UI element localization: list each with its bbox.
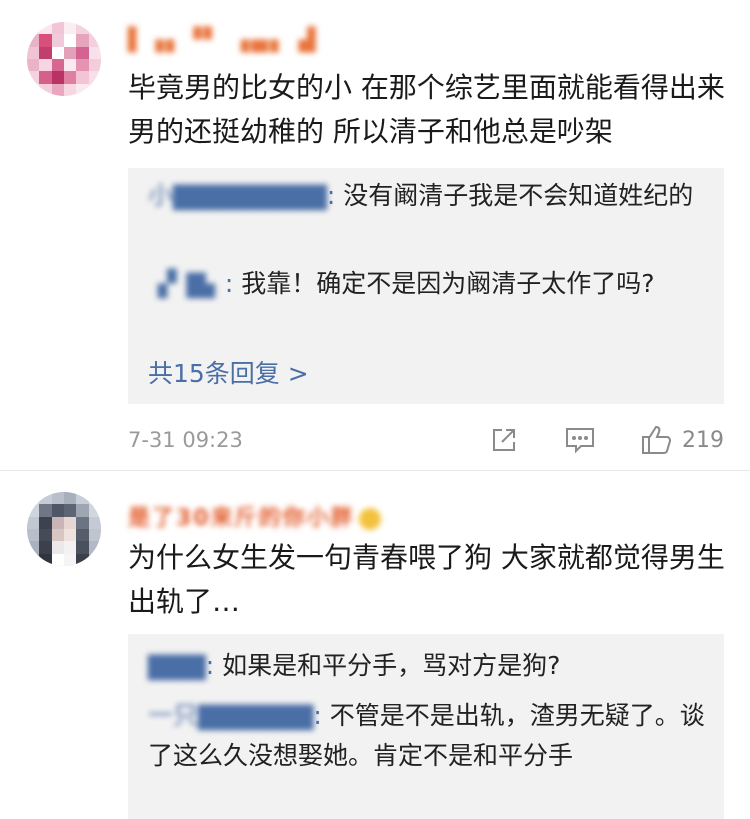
- reply-author[interactable]: 小▇▇▇▇▇▇▇▇: [148, 181, 327, 210]
- comment-text: 为什么女生发一句青春喂了狗 大家就都觉得男生出轨了…: [128, 541, 725, 618]
- reply-author[interactable]: ▇▇▇: [148, 651, 206, 680]
- reply-text: 我靠！确定不是因为阚清子太作了吗?: [241, 269, 655, 298]
- like-button[interactable]: 219: [640, 422, 724, 458]
- reply: 小▇▇▇▇▇▇▇▇: 没有阚清子我是不会知道姓纪的: [148, 176, 708, 216]
- reply-box[interactable]: ▇▇▇: 如果是和平分手，骂对方是狗? 一只▇▇▇▇▇▇: 不管是不是出轨，渣男…: [128, 634, 724, 819]
- reply-colon: :: [326, 181, 336, 210]
- avatar[interactable]: [27, 492, 101, 566]
- username[interactable]: 是了30来斤的你小胖: [128, 500, 381, 531]
- reply: ▗▘▇▖: 我靠！确定不是因为阚清子太作了吗?: [148, 264, 708, 304]
- reply-colon: :: [313, 701, 322, 730]
- share-icon: [493, 429, 515, 451]
- comment-icon: [566, 428, 594, 454]
- username-text: 是了30来斤的你小胖: [128, 506, 355, 531]
- comment-2: 是了30来斤的你小胖 为什么女生发一句青春喂了狗 大家就都觉得男生出轨了… ▇▇…: [0, 470, 750, 819]
- share-button[interactable]: [489, 422, 519, 458]
- like-icon: [642, 425, 672, 454]
- like-count: 219: [682, 427, 724, 453]
- reply-text: 如果是和平分手，骂对方是狗?: [222, 651, 561, 680]
- comment-1: ▌▗▖▝▘ ▗▄▖ ▟ 毕竟男的比女的小 在那个综艺里面就能看得出来 男的还挺幼…: [0, 0, 750, 470]
- comment-text: 毕竟男的比女的小 在那个综艺里面就能看得出来 男的还挺幼稚的 所以清子和他总是吵…: [128, 71, 725, 148]
- reply-author[interactable]: ▗▘▇▖: [148, 269, 225, 298]
- reply-text: 没有阚清子我是不会知道姓纪的: [343, 181, 694, 210]
- reply-colon: :: [205, 651, 215, 680]
- avatar[interactable]: [27, 22, 101, 96]
- username[interactable]: ▌▗▖▝▘ ▗▄▖ ▟: [128, 28, 318, 54]
- reply-box[interactable]: 小▇▇▇▇▇▇▇▇: 没有阚清子我是不会知道姓纪的 ▗▘▇▖: 我靠！确定不是因…: [128, 168, 724, 404]
- reply-author[interactable]: 一只▇▇▇▇▇▇: [148, 701, 313, 730]
- avatar-mosaic: [27, 22, 101, 96]
- reply: 一只▇▇▇▇▇▇: 不管是不是出轨，渣男无疑了。谈了这么久没想娶她。肯定不是和平…: [148, 696, 708, 776]
- more-replies-link[interactable]: 共15条回复 >: [148, 354, 309, 390]
- reply-colon: :: [224, 269, 234, 298]
- comment-button[interactable]: [564, 422, 596, 458]
- reply: ▇▇▇: 如果是和平分手，骂对方是狗?: [148, 646, 708, 686]
- username-text: ▌▗▖▝▘ ▗▄▖ ▟: [128, 28, 318, 53]
- timestamp: 7-31 09:23: [128, 428, 243, 452]
- avatar-mosaic: [27, 492, 101, 566]
- vip-badge-icon: [358, 508, 381, 530]
